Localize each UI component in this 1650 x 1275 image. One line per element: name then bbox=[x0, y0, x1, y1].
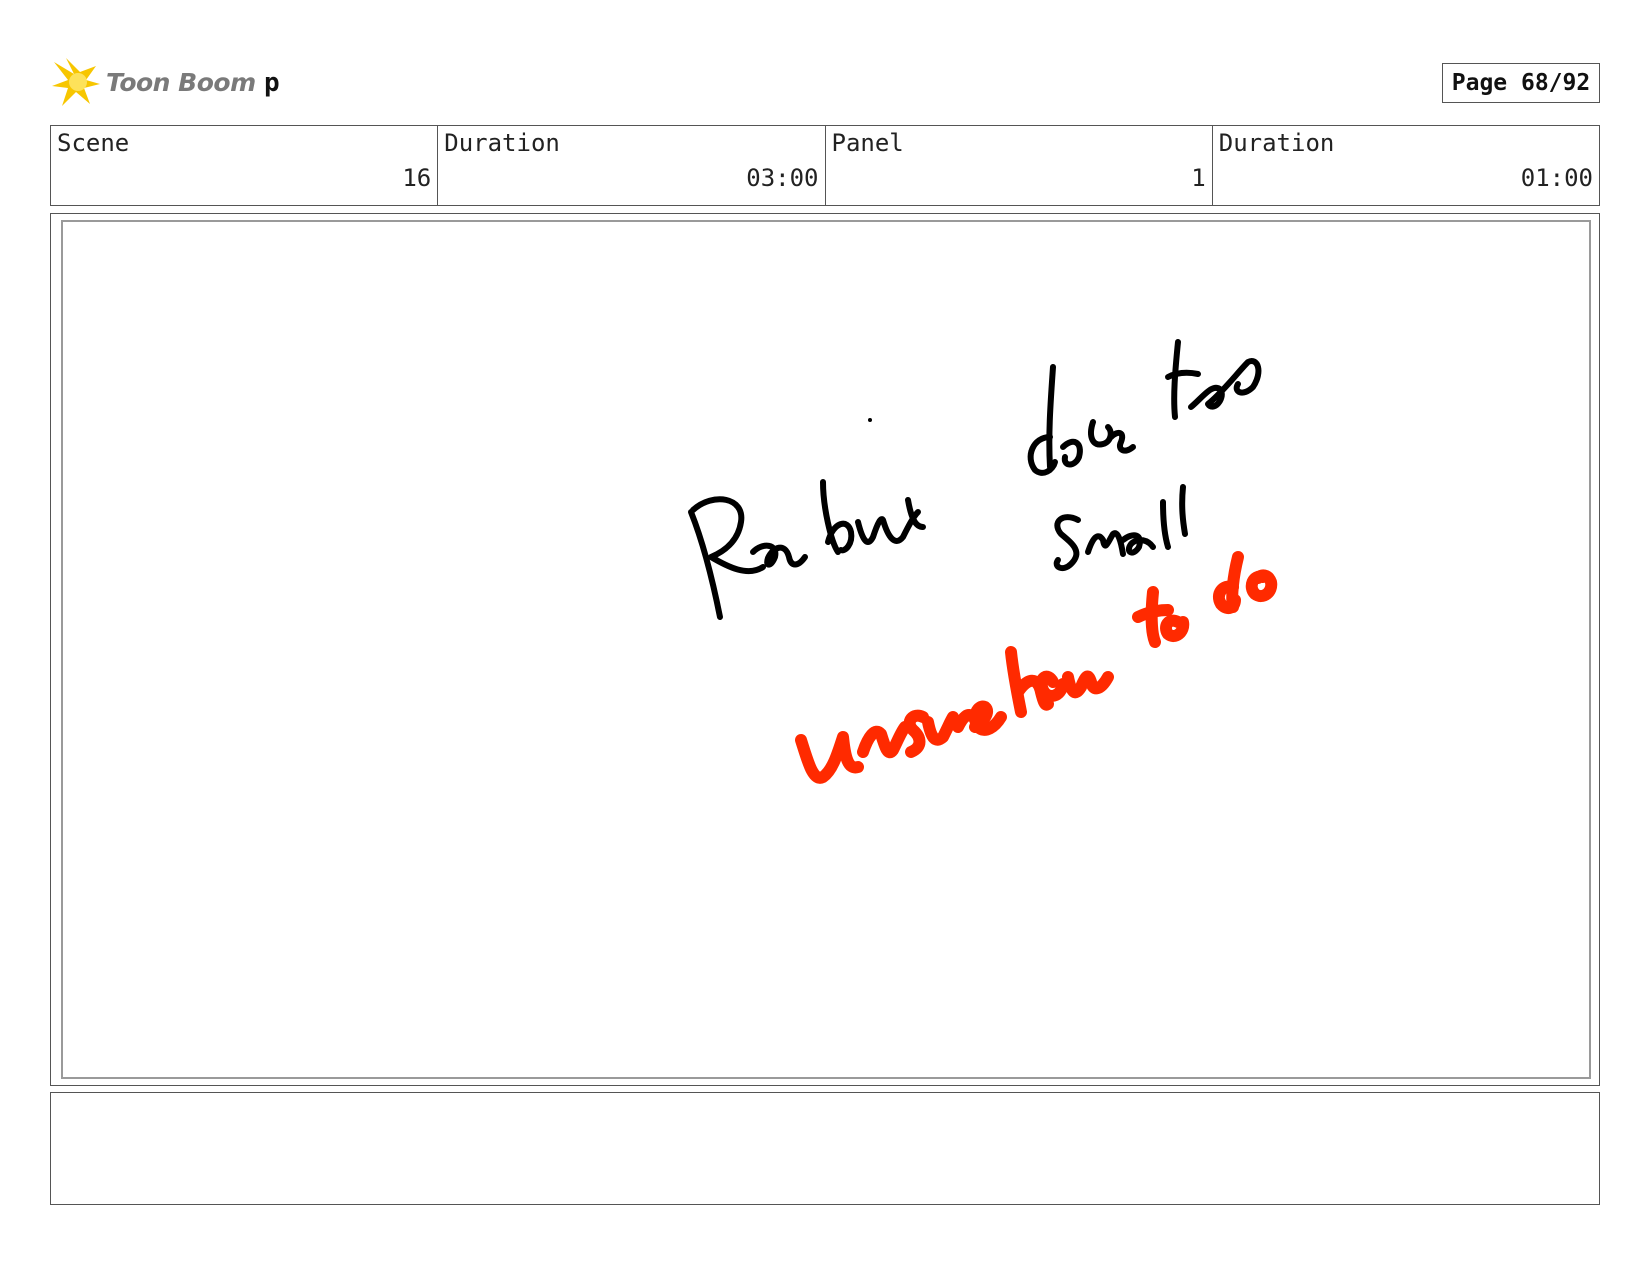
panel-duration-cell: Duration 01:00 bbox=[1213, 126, 1599, 205]
panel-label: Panel bbox=[831, 129, 904, 157]
page-number: Page 68/92 bbox=[1442, 63, 1600, 103]
handwriting-red bbox=[795, 551, 1278, 784]
scene-duration-cell: Duration 03:00 bbox=[438, 126, 826, 205]
scene-value: 16 bbox=[402, 164, 432, 192]
logo-text: Toon Boom bbox=[106, 67, 256, 97]
notes-box bbox=[50, 1092, 1600, 1205]
scene-duration-value: 03:00 bbox=[746, 164, 819, 192]
panel-duration-label: Duration bbox=[1218, 129, 1335, 157]
scene-cell: Scene 16 bbox=[51, 126, 439, 205]
toon-boom-logo: Toon Boom bbox=[52, 56, 256, 108]
burst-icon bbox=[52, 58, 100, 106]
ink-dot bbox=[868, 418, 872, 422]
panel-drawing-area bbox=[61, 220, 1591, 1079]
handwriting-black bbox=[688, 339, 1262, 620]
handwriting-sketch bbox=[688, 339, 1278, 784]
panel-duration-value: 01:00 bbox=[1520, 164, 1593, 192]
panel-cell: Panel 1 bbox=[826, 126, 1213, 205]
scene-duration-label: Duration bbox=[444, 129, 560, 157]
scene-label: Scene bbox=[57, 129, 130, 157]
scene-info-table: Scene 16 Duration 03:00 Panel 1 Duration… bbox=[50, 125, 1600, 206]
project-name: p bbox=[264, 68, 280, 98]
panel-value: 1 bbox=[1191, 164, 1206, 192]
